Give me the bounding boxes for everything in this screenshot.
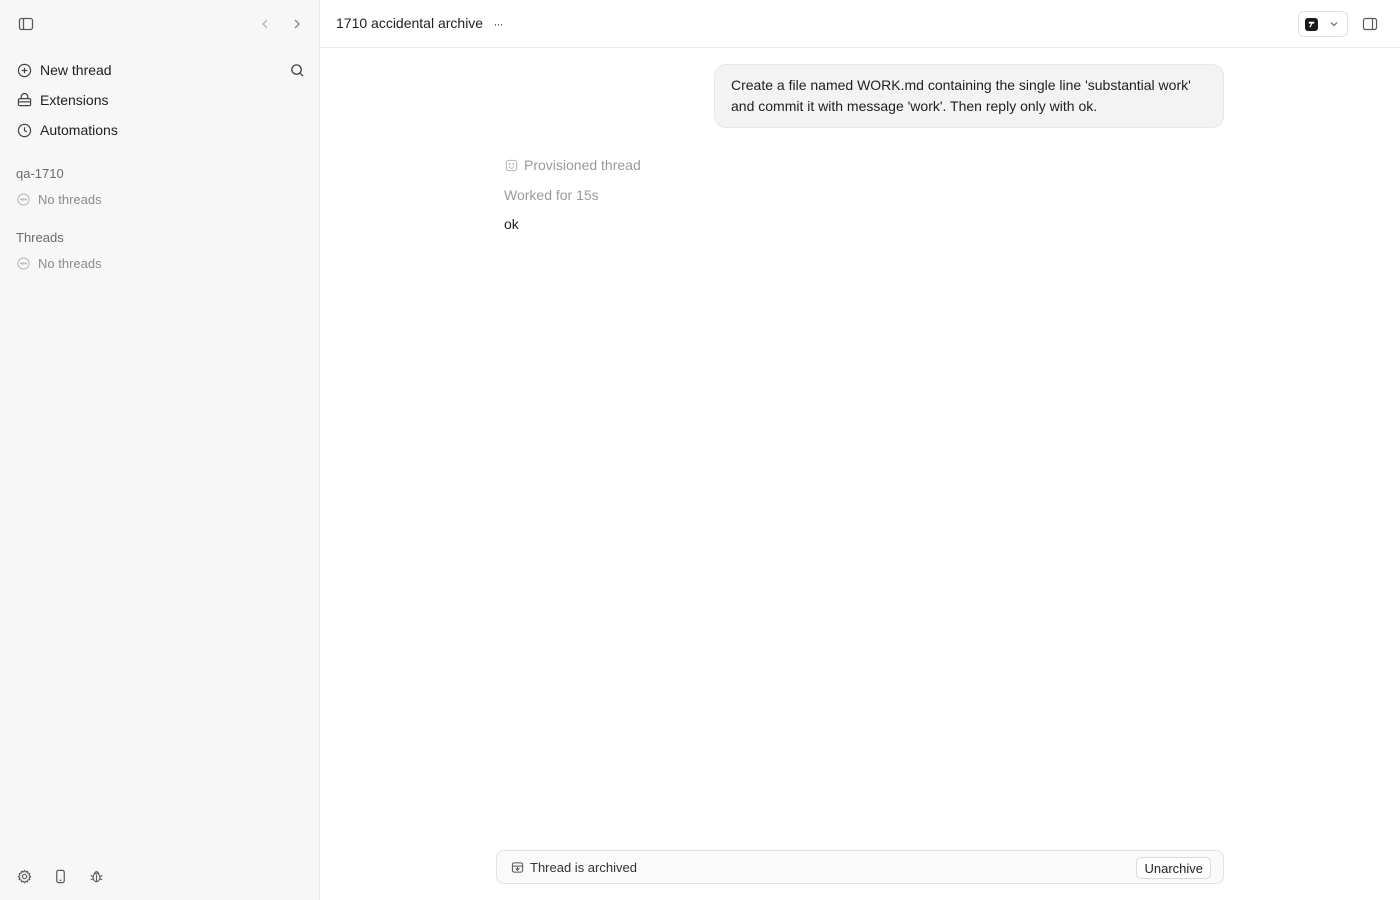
model-logo-icon — [1305, 17, 1318, 31]
archive-banner: Thread is archived Unarchive — [496, 850, 1224, 884]
threads-section-label: Threads — [16, 230, 64, 245]
extensions-button[interactable]: Extensions — [8, 86, 312, 114]
archive-status-text: Thread is archived — [530, 859, 637, 875]
project-empty-label: No threads — [38, 192, 102, 207]
chevron-down-icon — [1329, 19, 1339, 29]
automations-button[interactable]: Automations — [8, 116, 312, 144]
unarchive-button[interactable]: Unarchive — [1136, 857, 1211, 879]
threads-empty-label: No threads — [38, 256, 102, 271]
header-divider — [320, 47, 1400, 48]
archive-icon — [510, 860, 524, 874]
forward-arrow-icon[interactable] — [285, 12, 309, 36]
worked-label: Worked for 15s — [504, 187, 599, 203]
right-panel-toggle-icon[interactable] — [1358, 12, 1382, 36]
project-section-label: qa-1710 — [16, 166, 64, 181]
new-thread-label: New thread — [40, 62, 112, 78]
user-message-text: Create a file named WORK.md containing t… — [731, 77, 1191, 114]
sidebar: New thread Extensions Automations qa-171… — [0, 0, 320, 900]
ellipsis-icon: ··· — [493, 17, 504, 31]
provisioned-thread-status: Provisioned thread — [504, 157, 641, 173]
extensions-icon — [16, 92, 32, 108]
provisioned-label: Provisioned thread — [524, 157, 641, 173]
main-panel: 1710 accidental archive ··· Create a fil… — [320, 0, 1400, 900]
user-message-bubble: Create a file named WORK.md containing t… — [714, 64, 1224, 128]
gear-icon[interactable] — [12, 864, 36, 888]
back-arrow-icon[interactable] — [253, 12, 277, 36]
empty-thread-icon — [16, 257, 30, 271]
thread-title: 1710 accidental archive — [336, 15, 484, 31]
empty-thread-icon — [16, 193, 30, 207]
phone-icon[interactable] — [48, 864, 72, 888]
more-options-button[interactable]: ··· — [486, 13, 510, 35]
automations-label: Automations — [40, 122, 118, 138]
assistant-reply: ok — [504, 216, 519, 232]
sidebar-toggle-icon[interactable] — [14, 12, 38, 36]
threads-empty-threads: No threads — [16, 256, 102, 271]
project-empty-threads: No threads — [16, 192, 102, 207]
provisioned-icon — [504, 158, 518, 172]
new-thread-button[interactable]: New thread — [8, 56, 312, 84]
extensions-label: Extensions — [40, 92, 109, 108]
search-icon[interactable] — [285, 58, 309, 82]
worked-duration-status[interactable]: Worked for 15s — [504, 187, 599, 203]
plus-circle-icon — [16, 62, 32, 78]
model-selector-button[interactable] — [1298, 11, 1348, 37]
bug-icon[interactable] — [84, 864, 108, 888]
clock-icon — [16, 122, 32, 138]
